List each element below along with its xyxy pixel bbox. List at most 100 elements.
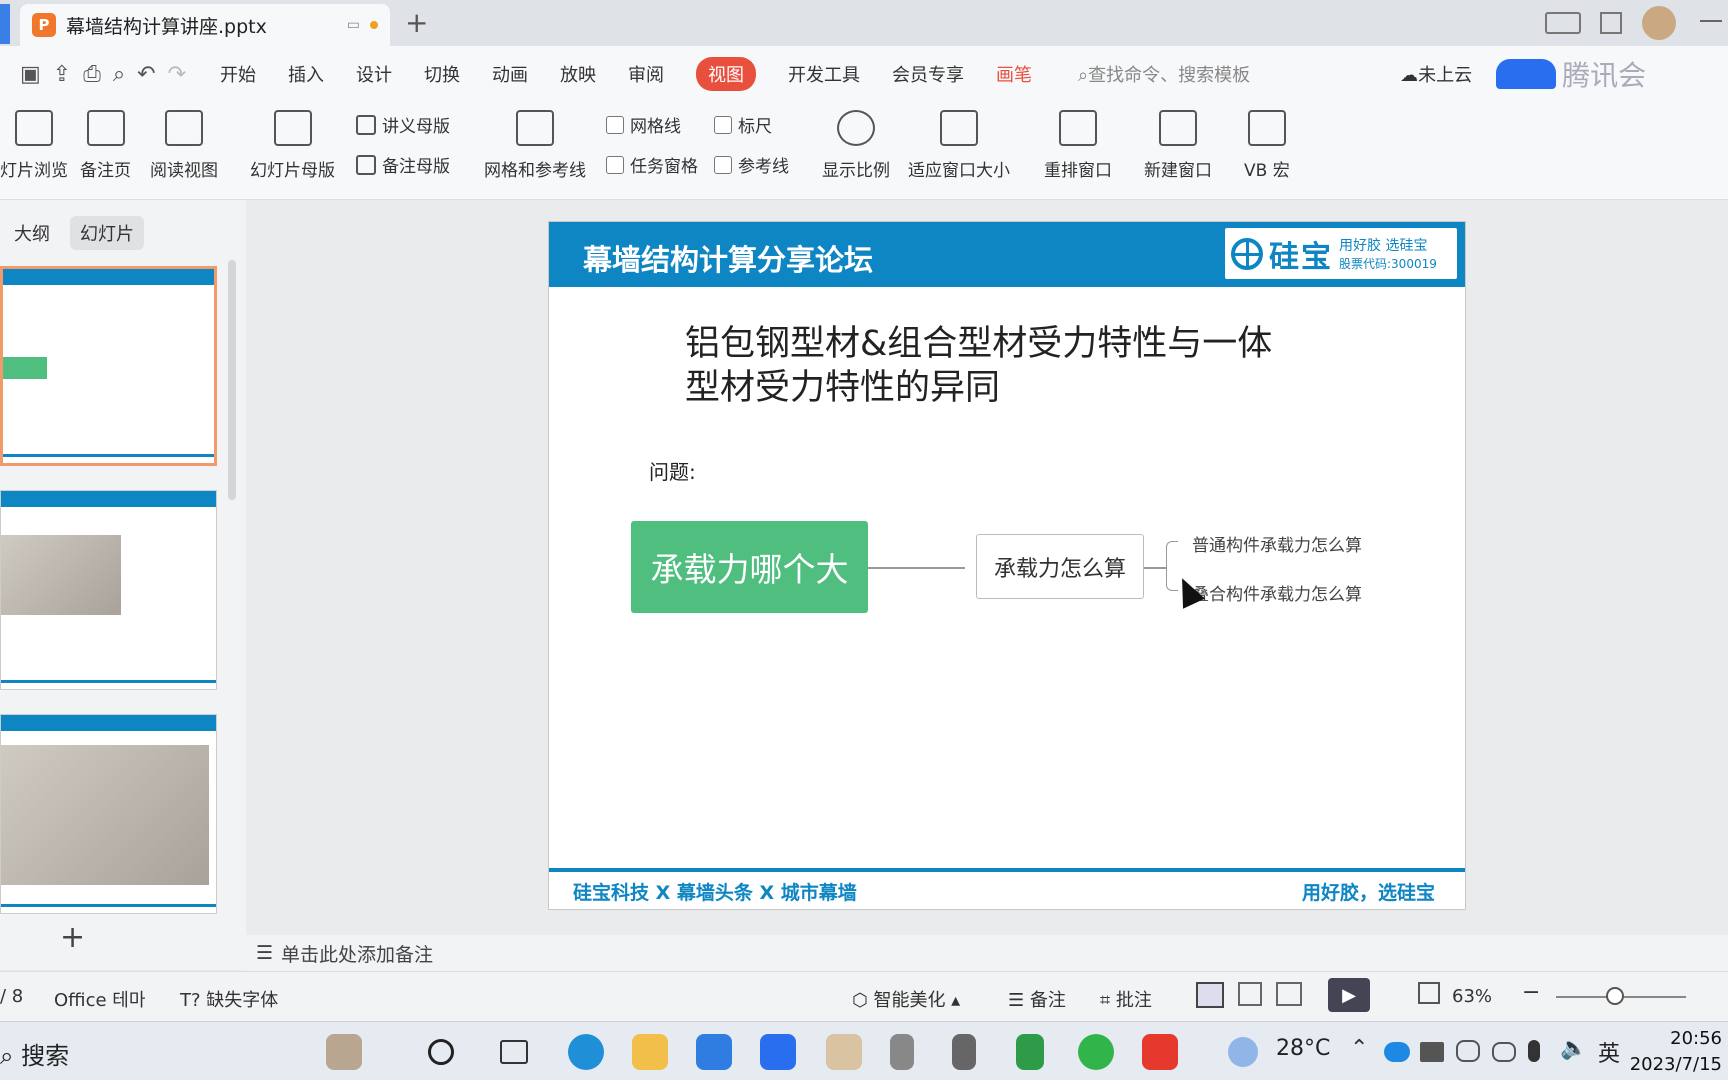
smart-beautify-button[interactable]: ⬡ 智能美化 ▴ bbox=[852, 986, 960, 1012]
arrange-windows-button[interactable]: 重排窗口 bbox=[1044, 110, 1112, 181]
reading-view-icon[interactable] bbox=[1276, 982, 1302, 1006]
new-window-button[interactable]: 新建窗口 bbox=[1144, 110, 1212, 181]
mindmap-branch-1[interactable]: 普通构件承载力怎么算 bbox=[1192, 531, 1362, 556]
menu-slideshow[interactable]: 放映 bbox=[560, 61, 596, 87]
avatar[interactable] bbox=[1642, 6, 1676, 40]
temperature[interactable]: 28°C bbox=[1276, 1036, 1330, 1061]
preview-icon[interactable]: ⌕ bbox=[113, 62, 125, 87]
tencent-meeting-icon[interactable] bbox=[760, 1034, 796, 1070]
mindmap-branch-2[interactable]: 叠合构件承载力怎么算 bbox=[1192, 580, 1362, 605]
notes-master-icon bbox=[356, 154, 376, 175]
menu-home[interactable]: 开始 bbox=[220, 61, 256, 87]
slide[interactable]: 幕墙结构计算分享论坛 硅宝 用好胶 选硅宝 股票代码:300019 铝包钢型材&… bbox=[548, 221, 1466, 910]
weather-icon[interactable] bbox=[1228, 1037, 1258, 1067]
fit-window-button[interactable]: 适应窗口大小 bbox=[908, 110, 1010, 181]
menu-transition[interactable]: 切换 bbox=[424, 61, 460, 87]
input-language[interactable]: 英 bbox=[1598, 1036, 1620, 1068]
mindmap-mid-node[interactable]: 承载力怎么算 bbox=[976, 534, 1144, 599]
paint-icon[interactable] bbox=[826, 1034, 862, 1070]
print-icon[interactable]: ⎙ bbox=[83, 62, 101, 87]
document-tab[interactable]: P 幕墙结构计算讲座.pptx ▭ bbox=[20, 4, 390, 46]
zoom-button[interactable]: 显示比例 bbox=[822, 110, 890, 181]
cortana-icon[interactable] bbox=[428, 1039, 454, 1065]
fit-icon[interactable] bbox=[1418, 982, 1440, 1004]
theme-name[interactable]: Office 테마 bbox=[54, 986, 145, 1012]
onedrive-icon[interactable] bbox=[1384, 1042, 1410, 1062]
notes-bar[interactable]: ☰ 单击此处添加备注 bbox=[246, 935, 1728, 971]
vb-macro-button[interactable]: VB 宏 bbox=[1244, 110, 1290, 181]
reading-view-button[interactable]: 阅读视图 bbox=[150, 110, 218, 181]
command-search[interactable]: ⌕查找命令、搜索模板 bbox=[1078, 61, 1250, 87]
zoom-level[interactable]: 63% bbox=[1452, 986, 1492, 1007]
normal-view-icon[interactable] bbox=[1196, 982, 1224, 1008]
slide-thumbnail-2[interactable] bbox=[0, 490, 217, 690]
slide-title[interactable]: 铝包钢型材&组合型材受力特性与一体型材受力特性的异同 bbox=[685, 322, 1305, 410]
security-icon[interactable] bbox=[1456, 1040, 1480, 1062]
zoom-out-button[interactable]: − bbox=[1522, 980, 1540, 1005]
new-window-icon bbox=[1159, 110, 1197, 146]
calculator2-icon[interactable] bbox=[952, 1034, 976, 1070]
slide-thumbnail-1[interactable] bbox=[0, 266, 217, 466]
calculator-icon[interactable] bbox=[890, 1034, 914, 1070]
handout-master-button[interactable]: 讲义母版 bbox=[356, 112, 450, 137]
slide-browse-button[interactable]: 灯片浏览 bbox=[0, 110, 68, 181]
layout-icon[interactable] bbox=[1545, 12, 1581, 34]
slide-thumbnail-3[interactable] bbox=[0, 714, 217, 914]
save-icon[interactable]: ▣ bbox=[20, 62, 41, 87]
menu-member[interactable]: 会员专享 bbox=[892, 61, 964, 87]
battery-icon[interactable] bbox=[1420, 1042, 1444, 1062]
arrange-windows-icon bbox=[1059, 110, 1097, 146]
redo-icon[interactable]: ↷ bbox=[168, 62, 186, 87]
tab-outline[interactable]: 大纲 bbox=[4, 216, 60, 250]
edge-icon[interactable] bbox=[568, 1034, 604, 1070]
add-slide-button[interactable]: + bbox=[60, 920, 85, 955]
cloud-status[interactable]: ☁未上云 bbox=[1400, 61, 1472, 87]
volume-icon[interactable]: 🔈 bbox=[1560, 1036, 1587, 1061]
excel-tool-icon[interactable] bbox=[1016, 1034, 1044, 1070]
tab-slides[interactable]: 幻灯片 bbox=[70, 216, 144, 250]
mail-icon[interactable] bbox=[696, 1034, 732, 1070]
missing-font-button[interactable]: T? 缺失字体 bbox=[180, 986, 278, 1012]
undo-icon[interactable]: ↶ bbox=[137, 62, 155, 87]
ruler-checkbox[interactable]: 标尺 bbox=[714, 112, 772, 137]
notes-master-button[interactable]: 备注母版 bbox=[356, 152, 450, 177]
gridlines-checkbox[interactable]: 网格线 bbox=[606, 112, 681, 137]
menu-design[interactable]: 设计 bbox=[356, 61, 392, 87]
menu-insert[interactable]: 插入 bbox=[288, 61, 324, 87]
menu-view[interactable]: 视图 bbox=[696, 57, 757, 91]
zoom-slider-handle[interactable] bbox=[1606, 987, 1624, 1005]
monitor-icon[interactable]: ▭ bbox=[347, 17, 360, 33]
new-tab-button[interactable]: + bbox=[405, 6, 428, 39]
taskbar-search[interactable]: ⌕ 搜索 bbox=[0, 1036, 69, 1071]
sorter-view-icon[interactable] bbox=[1238, 982, 1262, 1006]
panel-scrollbar[interactable] bbox=[228, 260, 236, 500]
slide-master-button[interactable]: 幻灯片母版 bbox=[250, 110, 335, 181]
clock[interactable]: 20:56 2023/7/15 bbox=[1630, 1026, 1722, 1078]
menu-animation[interactable]: 动画 bbox=[492, 61, 528, 87]
menu-review[interactable]: 审阅 bbox=[628, 61, 664, 87]
microphone-icon[interactable] bbox=[1528, 1040, 1540, 1062]
minimize-icon[interactable] bbox=[1700, 20, 1722, 22]
grid-guides-button[interactable]: 网格和参考线 bbox=[484, 110, 586, 181]
comments-button[interactable]: ⌗ 批注 bbox=[1100, 986, 1152, 1012]
notes-toggle-button[interactable]: ☰ 备注 bbox=[1008, 986, 1066, 1012]
network-icon[interactable] bbox=[1492, 1042, 1516, 1062]
menu-dev-tools[interactable]: 开发工具 bbox=[788, 61, 860, 87]
notes-page-button[interactable]: 备注页 bbox=[80, 110, 131, 181]
weather-widget-icon[interactable] bbox=[326, 1034, 362, 1070]
mindmap-root-node[interactable]: 承载力哪个大 bbox=[631, 521, 868, 613]
quick-access-toolbar: ▣ ⇪ ⎙ ⌕ ↶ ↷ bbox=[20, 62, 186, 87]
task-pane-checkbox[interactable]: 任务窗格 bbox=[606, 152, 698, 177]
export-icon[interactable]: ⇪ bbox=[53, 62, 71, 87]
grid-apps-icon[interactable] bbox=[1600, 12, 1622, 34]
menu-pen[interactable]: 画笔 bbox=[996, 61, 1032, 87]
play-slideshow-button[interactable]: ▶ bbox=[1328, 978, 1370, 1012]
wechat-icon[interactable] bbox=[1078, 1034, 1114, 1070]
tray-expand-icon[interactable]: ⌃ bbox=[1350, 1036, 1368, 1061]
task-view-icon[interactable] bbox=[500, 1040, 528, 1064]
thumb-footer bbox=[1, 680, 216, 683]
guides-checkbox[interactable]: 参考线 bbox=[714, 152, 789, 177]
wps-icon[interactable] bbox=[1142, 1034, 1178, 1070]
file-explorer-icon[interactable] bbox=[632, 1034, 668, 1070]
question-label[interactable]: 问题: bbox=[649, 456, 696, 485]
